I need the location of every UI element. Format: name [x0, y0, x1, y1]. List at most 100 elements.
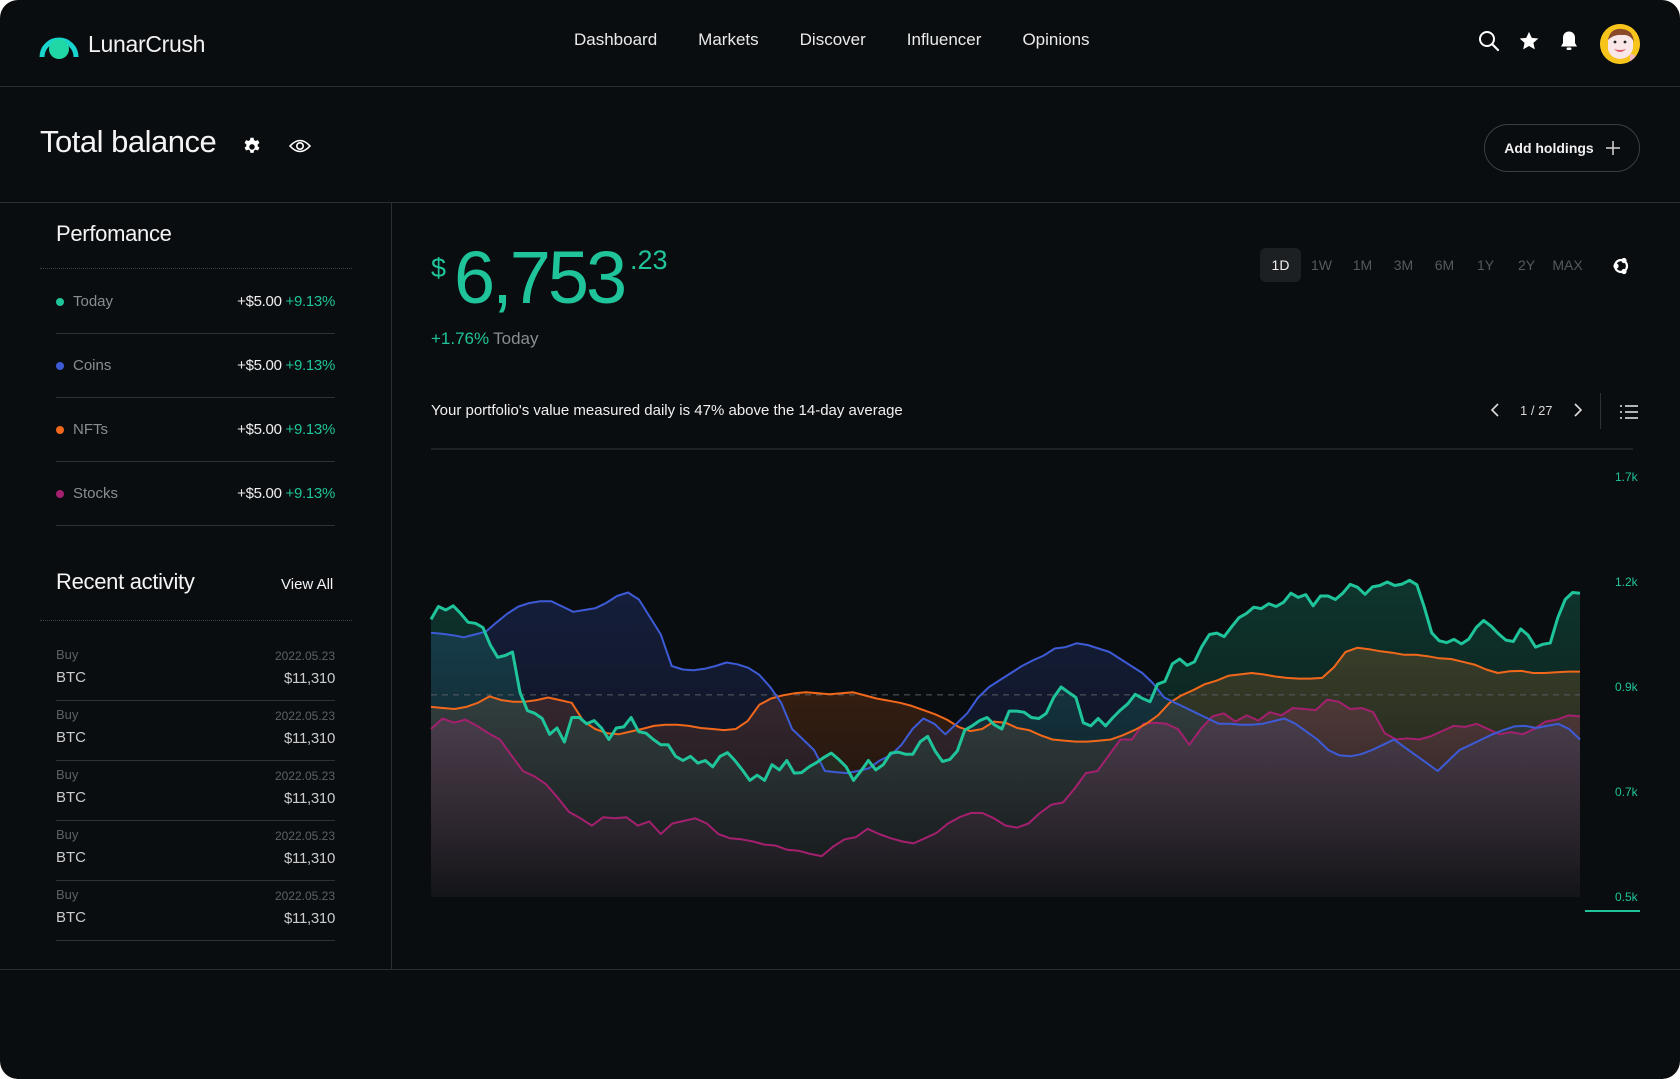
range-2y[interactable]: 2Y	[1506, 248, 1547, 282]
chevron-left-icon[interactable]	[1488, 401, 1502, 419]
coins-dot-icon	[56, 361, 64, 370]
activity-type: Buy	[56, 707, 79, 722]
range-max[interactable]: MAX	[1547, 248, 1588, 282]
divider	[1600, 393, 1601, 429]
change-period: Today	[493, 329, 539, 348]
nav-markets[interactable]: Markets	[698, 30, 758, 50]
y-tick-label: 1.7k	[1615, 470, 1639, 484]
divider	[40, 268, 352, 269]
balance-change: +1.76% Today	[431, 329, 539, 349]
app-window: LunarCrush Dashboard Markets Discover In…	[0, 0, 1680, 1079]
perf-label: NFTs	[73, 421, 108, 438]
view-all-link[interactable]: View All	[281, 576, 333, 593]
range-1d[interactable]: 1D	[1260, 248, 1301, 282]
y-tick-label: 1.2k	[1615, 575, 1639, 589]
activity-type: Buy	[56, 767, 79, 782]
add-holdings-label: Add holdings	[1504, 140, 1594, 156]
page-indicator: 1 / 27	[1520, 402, 1553, 418]
perf-pct: +9.13%	[285, 485, 336, 502]
page-header: Total balance Add holdings	[0, 87, 1680, 203]
y-tick-label: 0.7k	[1615, 785, 1639, 799]
activity-amount: $11,310	[283, 790, 335, 807]
avatar[interactable]	[1600, 24, 1640, 64]
activity-coin: BTC	[56, 729, 86, 746]
sidebar: Perfomance Today +$5.00 +9.13% Coins +$5…	[0, 203, 392, 969]
perf-label: Stocks	[73, 485, 119, 502]
star-icon[interactable]	[1518, 30, 1540, 52]
gear-icon[interactable]	[240, 134, 264, 158]
performance-row-today[interactable]: Today +$5.00 +9.13%	[56, 270, 335, 334]
activity-amount: $11,310	[283, 670, 335, 687]
nav-influencer[interactable]: Influencer	[907, 30, 982, 50]
y-tick-label: 0.9k	[1615, 680, 1639, 694]
stocks-dot-icon	[56, 489, 64, 498]
activity-row[interactable]: Buy 2022.05.23 BTC $11,310	[56, 701, 335, 761]
top-actions	[1478, 30, 1580, 52]
perf-value: +$5.00	[237, 485, 282, 502]
activity-row[interactable]: Buy 2022.05.23 BTC $11,310	[56, 641, 335, 701]
nav-opinions[interactable]: Opinions	[1022, 30, 1089, 50]
activity-amount: $11,310	[283, 910, 335, 927]
activity-coin: BTC	[56, 669, 86, 686]
recent-activity-title: Recent activity	[56, 569, 195, 594]
insight-pager: 1 / 27	[1488, 401, 1585, 419]
portfolio-chart: 0.5k 0.7k 0.9k 1.2k 1.7k	[429, 470, 1640, 912]
balance-currency: $	[431, 253, 447, 283]
perf-label: Coins	[73, 357, 112, 374]
perf-value: +$5.00	[237, 421, 282, 438]
activity-amount: $11,310	[283, 850, 335, 867]
performance-row-coins[interactable]: Coins +$5.00 +9.13%	[56, 334, 335, 398]
perf-pct: +9.13%	[285, 421, 336, 438]
activity-date: 2022.05.23	[274, 889, 335, 903]
change-pct: +1.76%	[431, 329, 490, 348]
divider	[40, 620, 352, 621]
nav-discover[interactable]: Discover	[800, 30, 866, 50]
nav-dashboard[interactable]: Dashboard	[574, 30, 657, 50]
chevron-right-icon[interactable]	[1571, 401, 1585, 419]
time-range-tabs: 1D 1W 1M 3M 6M 1Y 2Y MAX	[1260, 248, 1588, 282]
perf-pct: +9.13%	[285, 293, 336, 310]
activity-row[interactable]: Buy 2022.05.23 BTC $11,310	[56, 761, 335, 821]
main-panel: $ 6,753 .23 +1.76% Today 1D 1W 1M 3M 6M 1…	[392, 203, 1680, 969]
range-6m[interactable]: 6M	[1424, 248, 1465, 282]
perf-value: +$5.00	[237, 293, 282, 310]
perf-label: Today	[73, 293, 114, 310]
activity-row[interactable]: Buy 2022.05.23 BTC $11,310	[56, 821, 335, 881]
top-navigation: LunarCrush Dashboard Markets Discover In…	[0, 0, 1680, 87]
activity-type: Buy	[56, 887, 79, 902]
bell-icon[interactable]	[1558, 30, 1580, 52]
perf-value: +$5.00	[237, 357, 282, 374]
activity-row[interactable]: Buy 2022.05.23 BTC $11,310	[56, 881, 335, 941]
eye-icon[interactable]	[288, 134, 312, 158]
range-1y[interactable]: 1Y	[1465, 248, 1506, 282]
main-nav: Dashboard Markets Discover Influencer Op…	[574, 30, 1090, 50]
range-1w[interactable]: 1W	[1301, 248, 1342, 282]
activity-amount: $11,310	[283, 730, 335, 747]
range-3m[interactable]: 3M	[1383, 248, 1424, 282]
performance-row-stocks[interactable]: Stocks +$5.00 +9.13%	[56, 462, 335, 526]
divider	[0, 969, 1680, 970]
today-dot-icon	[56, 297, 64, 306]
perf-pct: +9.13%	[285, 357, 336, 374]
list-icon[interactable]	[1620, 403, 1640, 421]
performance-row-nfts[interactable]: NFTs +$5.00 +9.13%	[56, 398, 335, 462]
share-icon[interactable]	[1610, 255, 1632, 277]
y-tick-label: 0.5k	[1615, 890, 1639, 904]
insight-text: Your portfolio's value measured daily is…	[431, 402, 903, 419]
logo[interactable]: LunarCrush	[38, 24, 205, 64]
activity-type: Buy	[56, 647, 79, 662]
balance-decimal: .23	[630, 245, 668, 275]
add-holdings-button[interactable]: Add holdings	[1484, 124, 1640, 172]
search-icon[interactable]	[1478, 30, 1500, 52]
activity-date: 2022.05.23	[274, 649, 335, 663]
lunarcrush-logo-icon	[38, 24, 80, 64]
activity-coin: BTC	[56, 909, 86, 926]
performance-title: Perfomance	[56, 221, 172, 246]
range-1m[interactable]: 1M	[1342, 248, 1383, 282]
app-name: LunarCrush	[88, 30, 206, 57]
balance-integer: 6,753	[454, 236, 627, 319]
activity-coin: BTC	[56, 789, 86, 806]
nfts-dot-icon	[56, 425, 64, 434]
activity-date: 2022.05.23	[274, 709, 335, 723]
page-title: Total balance	[40, 124, 217, 159]
